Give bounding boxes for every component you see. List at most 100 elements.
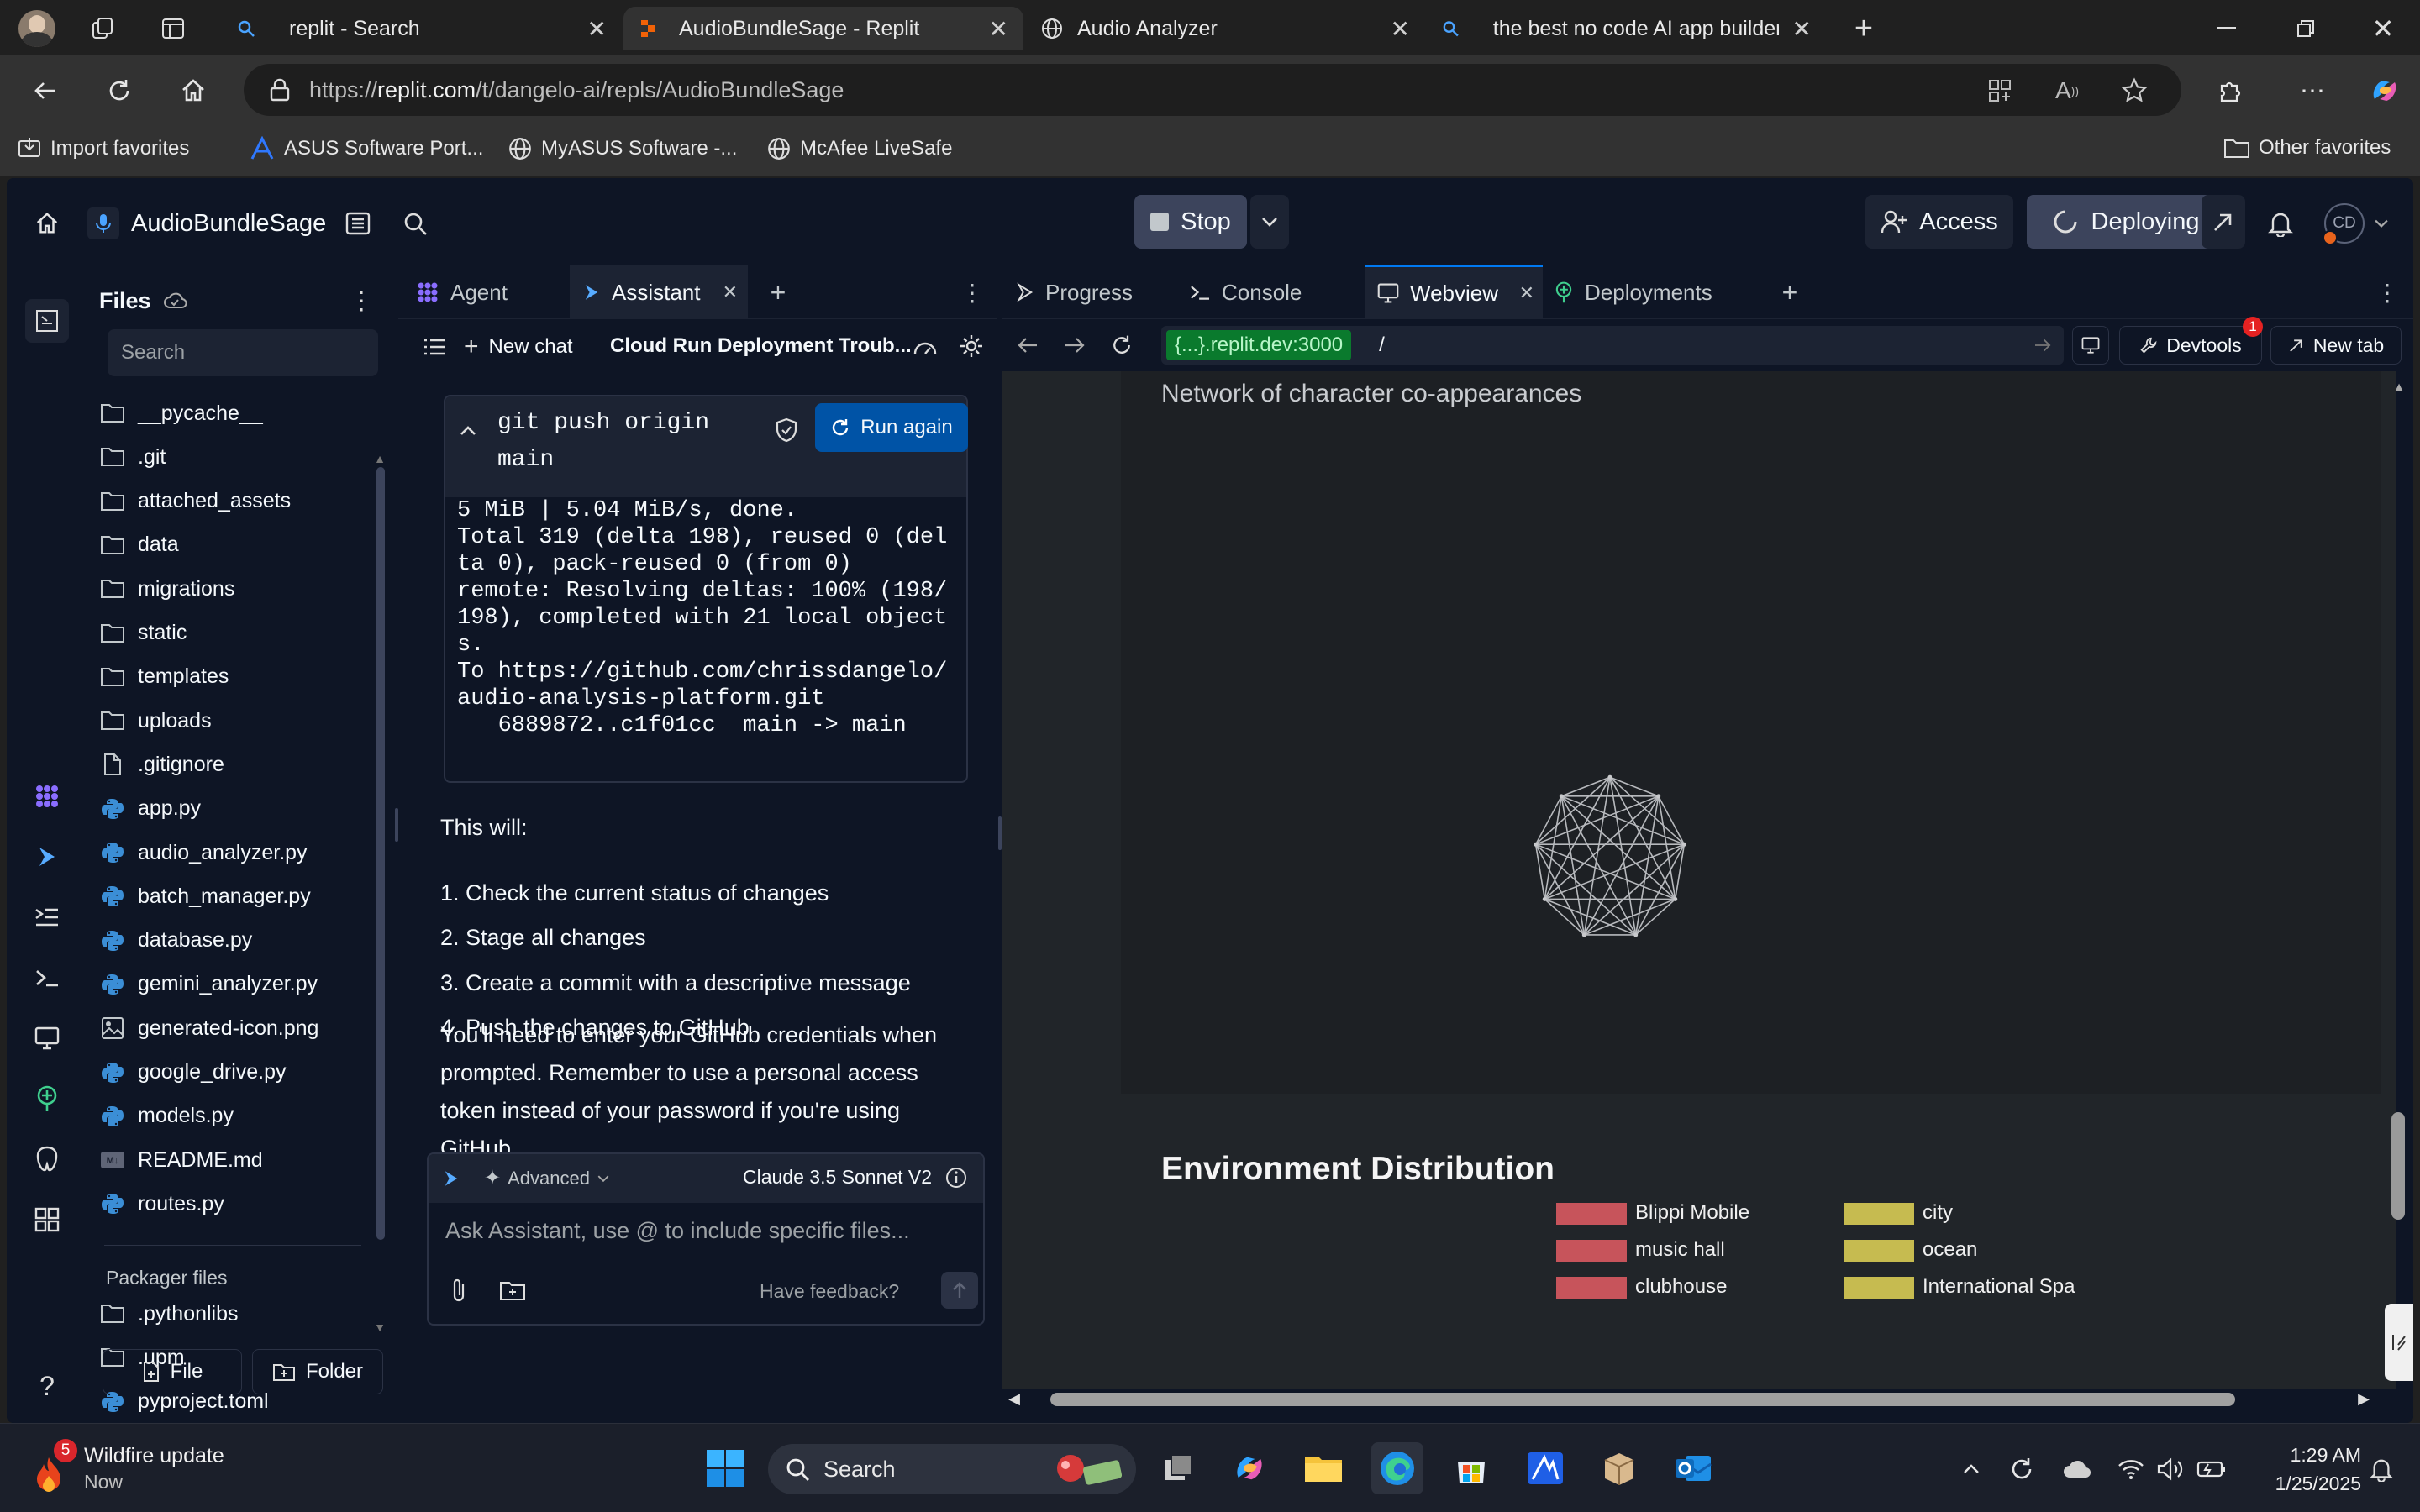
new-tab-button[interactable]: New tab	[2270, 326, 2402, 365]
home-icon[interactable]	[30, 207, 64, 240]
network-node[interactable]	[1559, 794, 1564, 799]
folder-item[interactable]: templates	[99, 657, 229, 697]
notification-center-icon[interactable]	[2365, 1452, 2398, 1486]
open-deployment-button[interactable]	[2202, 195, 2245, 249]
network-node[interactable]	[1634, 932, 1639, 937]
chat-title[interactable]: Cloud Run Deployment Troub...	[610, 334, 912, 358]
new-tab-icon[interactable]: +	[763, 277, 793, 307]
folder-item[interactable]: data	[99, 525, 179, 565]
repl-info-icon[interactable]	[341, 207, 375, 240]
webview-refresh-icon[interactable]	[1106, 329, 1138, 361]
deploying-button[interactable]: Deploying	[2027, 195, 2225, 249]
legend-swatch[interactable]	[1844, 1240, 1914, 1262]
webview-back-icon[interactable]	[1012, 329, 1044, 361]
file-item[interactable]: M↓ README.md	[99, 1140, 263, 1180]
file-tree-icon[interactable]	[25, 299, 69, 343]
favorite-import[interactable]: Import favorites	[17, 136, 189, 161]
refresh-icon[interactable]	[101, 72, 138, 109]
scroll-up-icon[interactable]: ▲	[2390, 380, 2408, 396]
attach-icon[interactable]	[444, 1275, 474, 1305]
model-selector[interactable]: Claude 3.5 Sonnet V2	[743, 1166, 932, 1189]
legend-label[interactable]: Blippi Mobile	[1635, 1201, 1749, 1225]
new-tab-icon[interactable]: +	[1775, 277, 1805, 307]
collapse-chevron-icon[interactable]	[455, 418, 481, 444]
panel-menu-icon[interactable]: ⋮	[960, 277, 985, 307]
wifi-icon[interactable]	[2114, 1452, 2148, 1486]
scroll-right-icon[interactable]: ▶	[2354, 1388, 2373, 1410]
go-arrow-icon[interactable]	[2033, 338, 2052, 353]
workspaces-icon[interactable]	[86, 12, 119, 45]
close-tab-icon[interactable]: ✕	[989, 15, 1008, 43]
files-search-input[interactable]: Search	[108, 329, 378, 376]
vertical-tabs-icon[interactable]	[156, 12, 190, 45]
tab-progress[interactable]: Progress	[1015, 274, 1133, 311]
all-tools-icon[interactable]	[25, 1198, 69, 1242]
legend-label[interactable]: city	[1923, 1201, 1953, 1225]
scroll-left-icon[interactable]: ◀	[1005, 1388, 1023, 1410]
start-button[interactable]	[699, 1442, 751, 1494]
file-item[interactable]: database.py	[99, 921, 252, 961]
deployments-rail-icon[interactable]	[25, 1077, 69, 1121]
close-tab-icon[interactable]: ✕	[1519, 282, 1534, 304]
file-item[interactable]: gemini_analyzer.py	[99, 964, 318, 1005]
sync-tray-icon[interactable]	[2005, 1452, 2039, 1486]
weather-widget[interactable]: 5 Wildfire update Now	[20, 1439, 272, 1498]
workflows-icon[interactable]	[25, 895, 69, 939]
assistant-rail-icon[interactable]	[25, 835, 69, 879]
repl-selector[interactable]: AudioBundleSage	[87, 205, 326, 242]
file-item[interactable]: batch_manager.py	[99, 876, 311, 916]
legend-swatch[interactable]	[1556, 1240, 1627, 1262]
network-node[interactable]	[1534, 842, 1539, 847]
url-bar[interactable]: https://replit.com/t/dangelo-ai/repls/Au…	[244, 64, 2181, 116]
browser-tab-audio-analyzer[interactable]: Audio Analyzer ✕	[1025, 7, 1425, 50]
horizontal-scrollbar[interactable]	[1050, 1393, 2235, 1406]
packages-icon[interactable]	[25, 774, 69, 818]
browser-tab-audiobundlesage[interactable]: AudioBundleSage - Replit ✕	[623, 7, 1023, 50]
assistant-message-input[interactable]: Ask Assistant, use @ to include specific…	[445, 1218, 975, 1244]
help-icon[interactable]: ?	[25, 1364, 69, 1408]
file-item[interactable]: routes.py	[99, 1184, 224, 1224]
network-node[interactable]	[1542, 896, 1547, 901]
new-tab-icon[interactable]: +	[1845, 10, 1882, 47]
file-item[interactable]: audio_analyzer.py	[99, 832, 308, 873]
close-tab-icon[interactable]: ✕	[587, 15, 607, 43]
tab-webview[interactable]: Webview ✕	[1365, 265, 1543, 319]
favorite-myasus[interactable]: MyASUS Software -...	[508, 136, 737, 161]
legend-label[interactable]: music hall	[1635, 1238, 1725, 1262]
tab-console[interactable]: Console	[1188, 274, 1302, 311]
scroll-down-icon[interactable]: ▼	[370, 1319, 390, 1336]
folder-item[interactable]: static	[99, 613, 187, 654]
panel-menu-icon[interactable]: ⋮	[2375, 277, 2400, 307]
minimize-icon[interactable]	[2202, 12, 2252, 45]
devtools-button[interactable]: Devtools 1	[2119, 317, 2263, 365]
browser-tab-no-code[interactable]: the best no code AI app builder - ✕	[1427, 7, 1827, 50]
file-item[interactable]: google_drive.py	[99, 1053, 287, 1093]
chat-history-icon[interactable]	[420, 333, 449, 361]
legend-swatch[interactable]	[1556, 1203, 1627, 1225]
profile-avatar[interactable]	[18, 10, 55, 47]
device-toggle-button[interactable]	[2072, 326, 2109, 365]
battery-icon[interactable]	[2193, 1452, 2230, 1486]
scroll-up-icon[interactable]: ▲	[370, 450, 390, 467]
favorite-mcafee[interactable]: McAfee LiveSafe	[766, 136, 952, 161]
chevron-down-icon[interactable]	[2370, 212, 2393, 235]
tab-assistant[interactable]: Assistant ✕	[570, 265, 748, 319]
legend-swatch[interactable]	[1844, 1203, 1914, 1225]
feedback-link[interactable]: Have feedback?	[760, 1280, 899, 1303]
favorite-star-icon[interactable]	[2118, 74, 2151, 108]
shell-icon[interactable]	[25, 956, 69, 1000]
run-options-dropdown[interactable]	[1250, 195, 1289, 249]
app-box-icon[interactable]	[1593, 1442, 1645, 1494]
folder-item[interactable]: attached_assets	[99, 481, 291, 522]
settings-gear-icon[interactable]	[956, 331, 986, 361]
stop-button[interactable]: Stop	[1134, 195, 1247, 249]
new-chat-button[interactable]: + New chat	[464, 333, 573, 361]
legend-label[interactable]: International Spa	[1923, 1275, 2075, 1299]
new-folder-button[interactable]: Folder	[252, 1349, 383, 1394]
tab-deployments[interactable]: Deployments	[1553, 274, 1712, 311]
legend-swatch[interactable]	[1844, 1277, 1914, 1299]
taskbar-search[interactable]: Search	[768, 1444, 1136, 1494]
folder-item[interactable]: uploads	[99, 701, 212, 741]
user-avatar[interactable]: CD	[2323, 203, 2365, 245]
copilot-taskbar-icon[interactable]	[1223, 1442, 1276, 1494]
